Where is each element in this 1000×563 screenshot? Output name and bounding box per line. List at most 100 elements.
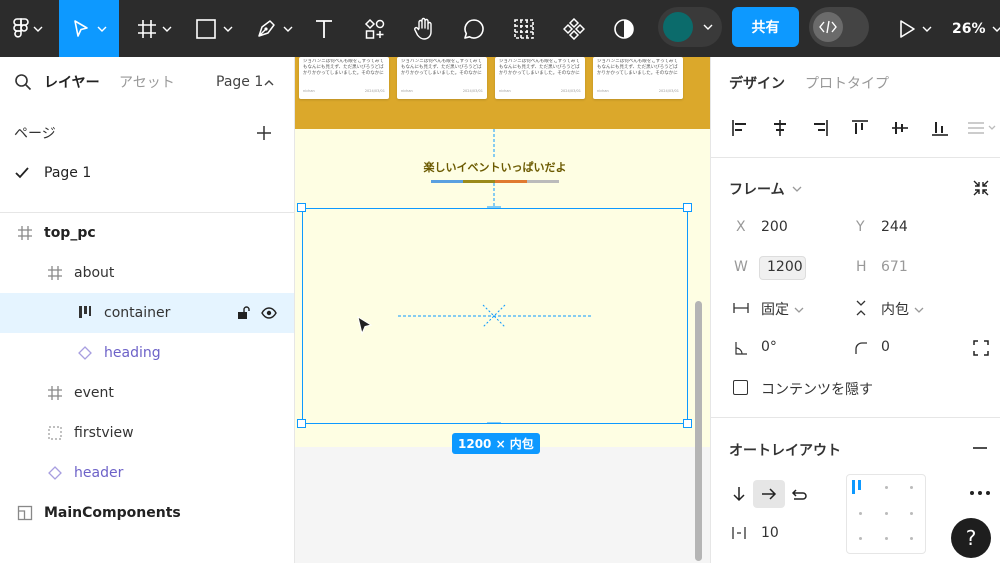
- align-horizontal-center-icon[interactable]: [769, 117, 791, 139]
- chevron-down-icon: [703, 24, 713, 30]
- page-selector[interactable]: Page 1: [216, 74, 263, 90]
- eye-icon[interactable]: [261, 307, 277, 319]
- help-button[interactable]: ?: [951, 518, 991, 558]
- section-dashed-icon: [46, 424, 64, 442]
- chevron-down-icon[interactable]: [914, 307, 924, 313]
- grid-dot: [859, 537, 862, 540]
- independent-corners-icon[interactable]: [971, 338, 991, 358]
- shape-tool-button[interactable]: [192, 0, 236, 57]
- y-input[interactable]: 244: [881, 219, 908, 235]
- move-tool-button[interactable]: [59, 0, 119, 57]
- chevron-up-icon[interactable]: [264, 80, 274, 86]
- rotation-icon: [731, 339, 751, 357]
- align-top-left-bars-icon: [852, 480, 861, 494]
- layer-row-container-selected[interactable]: container: [0, 293, 294, 333]
- text-t-icon: [316, 19, 332, 38]
- align-bottom-icon[interactable]: [929, 117, 951, 139]
- layer-row-firstview[interactable]: firstview: [0, 413, 294, 453]
- comment-tool-button[interactable]: [460, 0, 488, 57]
- frame-tool-button[interactable]: [133, 0, 175, 57]
- resize-handle-bottom-left[interactable]: [297, 419, 306, 428]
- layer-row-main-components[interactable]: MainComponents: [0, 493, 294, 533]
- direction-vertical-icon[interactable]: [729, 484, 749, 504]
- frame-icon: [46, 264, 64, 282]
- gap-input[interactable]: 10: [761, 525, 779, 541]
- resize-handle-bottom-right[interactable]: [683, 419, 692, 428]
- align-vertical-center-icon[interactable]: [889, 117, 911, 139]
- pages-header: ページ: [0, 113, 294, 153]
- x-input[interactable]: 200: [761, 219, 788, 235]
- main-menu-button[interactable]: [10, 0, 46, 57]
- resize-handle-top-left[interactable]: [297, 203, 306, 212]
- tab-assets[interactable]: アセット: [119, 72, 175, 92]
- align-right-icon[interactable]: [809, 117, 831, 139]
- frame-icon: [16, 224, 34, 242]
- hand-icon: [414, 17, 432, 40]
- more-options-icon[interactable]: [969, 485, 991, 501]
- alignment-grid[interactable]: [846, 474, 926, 554]
- direction-wrap-icon[interactable]: [789, 484, 809, 504]
- add-page-icon[interactable]: [256, 125, 272, 141]
- align-left-icon[interactable]: [729, 117, 751, 139]
- frame-hash-icon: [138, 19, 156, 38]
- layer-label: MainComponents: [44, 505, 181, 521]
- layer-row-top-pc[interactable]: top_pc: [0, 213, 294, 253]
- card-footer: nichan 2024/03/01: [499, 89, 581, 95]
- slice-tool-button[interactable]: [510, 0, 538, 57]
- text-tool-button[interactable]: [310, 0, 338, 57]
- share-button[interactable]: 共有: [732, 7, 799, 47]
- figma-logo-icon: [13, 17, 29, 38]
- dev-mode-toggle[interactable]: [809, 7, 869, 47]
- dev-mode-knob: [813, 12, 843, 42]
- tab-design[interactable]: デザイン: [729, 73, 785, 93]
- unlock-icon[interactable]: [237, 306, 251, 320]
- layer-row-header[interactable]: header: [0, 453, 294, 493]
- width-mode-select[interactable]: 固定: [761, 299, 789, 319]
- layer-row-about[interactable]: about: [0, 253, 294, 293]
- h-input[interactable]: 671: [881, 259, 908, 275]
- search-icon[interactable]: [14, 73, 32, 91]
- chevron-down-icon: [223, 26, 233, 32]
- design-canvas[interactable]: ジョバンニは何べんも眼をこすってみてもなんにも見えず、ただ黒いびろうどばかりかか…: [295, 57, 710, 563]
- components-button[interactable]: [560, 0, 588, 57]
- page-item[interactable]: Page 1: [0, 153, 294, 193]
- pen-tool-button[interactable]: [252, 0, 296, 57]
- checkmark-icon: [15, 167, 29, 179]
- layer-row-heading[interactable]: heading: [0, 333, 294, 373]
- chevron-down-icon: [283, 26, 293, 32]
- clip-content-checkbox[interactable]: [733, 380, 748, 395]
- fill-color-picker[interactable]: [658, 7, 722, 47]
- resize-handle-top-right[interactable]: [683, 203, 692, 212]
- toolbar: 共有 26%: [0, 0, 1000, 57]
- cursor-arrow-icon: [74, 19, 88, 37]
- present-button[interactable]: [896, 0, 934, 57]
- chevron-down-icon: [97, 26, 107, 32]
- contrast-toggle-button[interactable]: [611, 0, 637, 57]
- zoom-level: 26%: [952, 20, 986, 37]
- height-mode-select[interactable]: 内包: [881, 299, 909, 319]
- card-footer: nichan 2024/03/01: [597, 89, 679, 95]
- chevron-down-icon[interactable]: [794, 307, 804, 313]
- layer-row-event[interactable]: event: [0, 373, 294, 413]
- tab-prototype[interactable]: プロトタイプ: [805, 73, 889, 93]
- tab-layers[interactable]: レイヤー: [44, 72, 100, 92]
- layer-label: header: [74, 465, 124, 481]
- canvas-vertical-scrollbar[interactable]: [695, 301, 702, 561]
- frame-section-title[interactable]: フレーム: [729, 179, 785, 199]
- event-card: ジョバンニは何べんも眼をこすってみてもなんにも見えず、ただ黒いびろうどばかりかか…: [593, 57, 683, 99]
- align-top-icon[interactable]: [849, 117, 871, 139]
- distribute-menu-icon[interactable]: [965, 117, 999, 139]
- auto-layout-section-title: オートレイアウト: [729, 443, 841, 459]
- hand-tool-button[interactable]: [410, 0, 438, 57]
- zoom-menu[interactable]: 26%: [952, 0, 1000, 57]
- resources-tool-button[interactable]: [362, 0, 388, 57]
- height-hug-icon: [851, 299, 871, 317]
- chevron-down-icon[interactable]: [792, 186, 802, 192]
- fit-to-content-icon[interactable]: [971, 178, 991, 198]
- frame-icon: [46, 384, 64, 402]
- remove-auto-layout-icon[interactable]: [969, 438, 991, 458]
- comment-bubble-icon: [464, 18, 484, 39]
- rotation-input[interactable]: 0°: [761, 339, 777, 355]
- w-input[interactable]: 1200: [767, 259, 803, 275]
- corner-radius-input[interactable]: 0: [881, 339, 890, 355]
